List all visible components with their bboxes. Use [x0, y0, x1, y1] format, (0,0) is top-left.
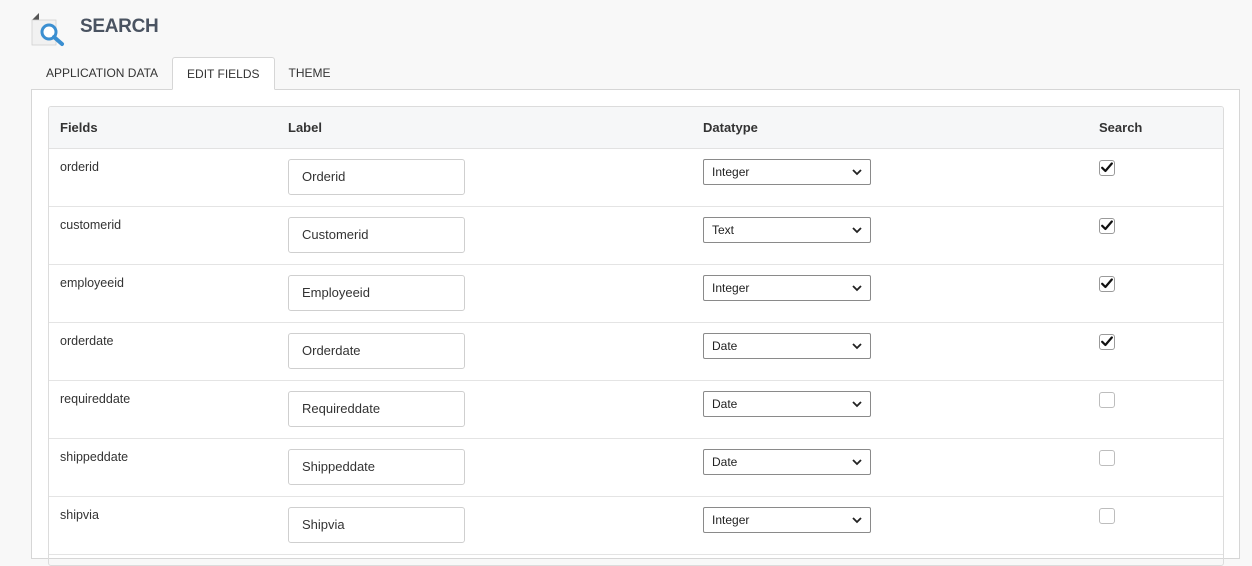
datatype-select[interactable]: Date [703, 332, 871, 359]
datatype-select[interactable]: Integer [703, 506, 871, 533]
label-input[interactable] [288, 158, 465, 195]
datatype-value: Integer [712, 164, 750, 179]
datatype-select[interactable]: Integer [703, 158, 871, 185]
table-row: orderdate Date [49, 322, 1223, 381]
check-icon [1101, 162, 1113, 173]
search-checkbox[interactable] [1099, 507, 1115, 524]
edit-fields-panel: Fields Label Datatype Search orderid Int… [31, 89, 1240, 566]
label-input[interactable] [288, 506, 465, 543]
tab-edit-fields[interactable]: EDIT FIELDS [172, 57, 275, 90]
check-icon [1101, 220, 1113, 231]
label-input[interactable] [288, 448, 465, 485]
datatype-select[interactable]: Date [703, 390, 871, 417]
table-row: shipvia Integer [49, 496, 1223, 555]
field-name: orderdate [49, 322, 277, 381]
search-document-icon [30, 11, 66, 47]
check-icon [1101, 336, 1113, 347]
datatype-value: Integer [712, 512, 750, 527]
table-row: customerid Text [49, 206, 1223, 265]
search-checkbox[interactable] [1099, 333, 1115, 350]
fields-table: Fields Label Datatype Search orderid Int… [49, 107, 1223, 555]
search-checkbox[interactable] [1099, 391, 1115, 408]
chevron-down-icon [852, 339, 862, 353]
field-name: shippeddate [49, 438, 277, 497]
header-fields: Fields [49, 107, 277, 149]
chevron-down-icon [852, 223, 862, 237]
header-label: Label [277, 107, 692, 149]
label-input[interactable] [288, 274, 465, 311]
chevron-down-icon [852, 165, 862, 179]
fields-table-container: Fields Label Datatype Search orderid Int… [48, 106, 1224, 566]
tab-theme[interactable]: THEME [275, 57, 345, 90]
chevron-down-icon [852, 397, 862, 411]
header-datatype: Datatype [692, 107, 1088, 149]
page-header [30, 11, 66, 47]
table-row: employeeid Integer [49, 264, 1223, 323]
table-row: shippeddate Date [49, 438, 1223, 497]
datatype-value: Date [712, 454, 738, 469]
search-checkbox[interactable] [1099, 449, 1115, 466]
datatype-select[interactable]: Integer [703, 274, 871, 301]
table-header-row: Fields Label Datatype Search [49, 107, 1223, 149]
chevron-down-icon [852, 513, 862, 527]
tab-bar: APPLICATION DATA EDIT FIELDS THEME [32, 57, 345, 90]
chevron-down-icon [852, 281, 862, 295]
datatype-select[interactable]: Date [703, 448, 871, 475]
datatype-select[interactable]: Text [703, 216, 871, 243]
field-name: shipvia [49, 496, 277, 555]
datatype-value: Integer [712, 280, 750, 295]
page-title: SEARCH [80, 16, 159, 37]
chevron-down-icon [852, 455, 862, 469]
label-input[interactable] [288, 216, 465, 253]
search-checkbox[interactable] [1099, 217, 1115, 234]
tab-application-data[interactable]: APPLICATION DATA [32, 57, 172, 90]
field-name: orderid [49, 148, 277, 207]
field-name: employeeid [49, 264, 277, 323]
search-checkbox[interactable] [1099, 275, 1115, 292]
table-row: requireddate Date [49, 380, 1223, 439]
search-checkbox[interactable] [1099, 159, 1115, 176]
check-icon [1101, 278, 1113, 289]
datatype-value: Date [712, 396, 738, 411]
label-input[interactable] [288, 390, 465, 427]
field-name: customerid [49, 206, 277, 265]
field-name: requireddate [49, 380, 277, 439]
header-search: Search [1088, 107, 1223, 149]
datatype-value: Text [712, 222, 735, 237]
label-input[interactable] [288, 332, 465, 369]
datatype-value: Date [712, 338, 738, 353]
table-row: orderid Integer [49, 148, 1223, 207]
